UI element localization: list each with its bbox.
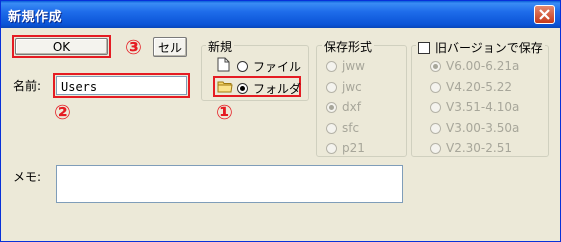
file-icon [217,57,230,75]
version-radio-v351[interactable] [430,101,441,113]
file-option[interactable]: ファイル [237,58,301,75]
memo-input[interactable] [56,165,403,203]
marker-2: ② [54,100,71,124]
format-radio-jww[interactable] [326,60,337,72]
version-option-v420[interactable]: V4.20-5.22 [430,80,512,94]
marker-1: ① [216,100,233,124]
version-label-v300: V3.00-3.50a [446,121,520,135]
version-option-v600[interactable]: V6.00-6.21a [430,59,519,73]
marker-3: ③ [125,35,142,59]
format-label-jww: jww [342,59,365,73]
cancel-button[interactable]: セル [153,37,187,57]
format-radio-dxf[interactable] [326,101,337,113]
format-label-dxf: dxf [342,100,361,114]
format-option-jwc[interactable]: jwc [326,80,362,94]
close-icon [539,9,550,20]
version-option-v230[interactable]: V2.30-2.51 [430,141,512,155]
version-option-v300[interactable]: V3.00-3.50a [430,121,519,135]
format-option-sfc[interactable]: sfc [326,121,359,135]
folder-icon [217,80,233,96]
format-label-sfc: sfc [342,121,360,135]
version-radio-v600[interactable] [430,60,441,72]
format-radio-sfc[interactable] [326,122,337,134]
format-label-jwc: jwc [342,80,362,94]
folder-option-label: フォルダ [253,82,302,96]
format-option-p21[interactable]: p21 [326,141,365,155]
name-input[interactable]: Users [56,76,187,95]
folder-option[interactable]: フォルダ [237,80,301,97]
new-type-group-title: 新規 [206,38,235,55]
version-radio-v230[interactable] [430,142,441,154]
file-option-label: ファイル [253,60,302,74]
version-label-v600: V6.00-6.21a [446,59,520,73]
format-label-p21: p21 [342,141,365,155]
version-option-v351[interactable]: V3.51-4.10a [430,100,519,114]
save-format-group-title: 保存形式 [322,38,375,55]
version-label-v230: V2.30-2.51 [446,141,512,155]
version-label-v420: V4.20-5.22 [446,80,512,94]
title-bar[interactable]: 新規作成 [1,1,560,28]
format-option-jww[interactable]: jww [326,59,365,73]
name-label: 名前: [13,79,42,93]
old-version-group-title: 旧バージョンで保存 [435,41,543,55]
old-version-checkbox[interactable] [418,41,430,54]
format-option-dxf[interactable]: dxf [326,100,361,114]
memo-label: メモ: [13,170,42,184]
version-radio-v420[interactable] [430,81,441,93]
close-button[interactable] [534,5,555,24]
ok-button[interactable]: OK [15,38,108,55]
version-radio-v300[interactable] [430,122,441,134]
old-version-checkbox-row[interactable]: 旧バージョンで保存 [416,39,545,56]
format-radio-p21[interactable] [326,142,337,154]
version-label-v351: V3.51-4.10a [446,100,520,114]
dialog-title: 新規作成 [8,10,63,25]
format-radio-jwc[interactable] [326,81,337,93]
folder-radio[interactable] [237,83,248,94]
file-radio[interactable] [237,61,248,72]
new-file-dialog: 新規作成 OK ③ セル 名前: Users ② 新規 ファイル フォルダ ① … [0,0,561,242]
